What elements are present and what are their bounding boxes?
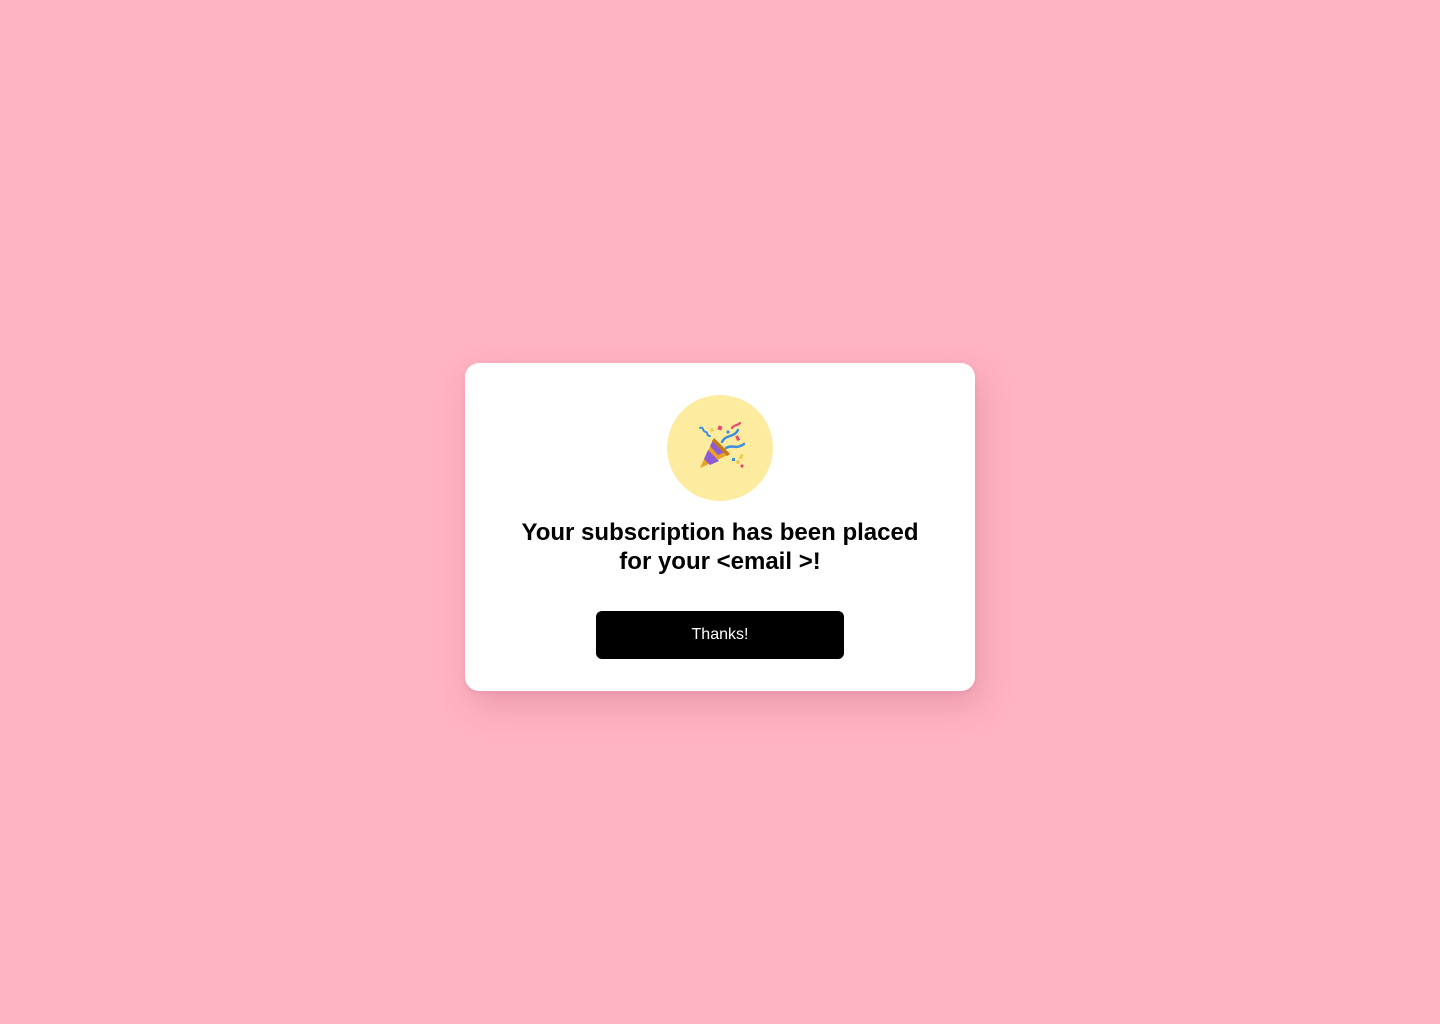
confirmation-title-line-1: Your subscription has been placed [521, 519, 919, 546]
confirmation-title-line-2: for your <email >! [619, 548, 821, 575]
thanks-button[interactable]: Thanks! [596, 611, 844, 659]
party-popper-icon [699, 421, 746, 468]
confirmation-title: Your subscription has been placed for yo… [465, 518, 975, 576]
subscription-confirmation-modal: Your subscription has been placed for yo… [465, 363, 975, 691]
icon-badge [667, 395, 773, 501]
